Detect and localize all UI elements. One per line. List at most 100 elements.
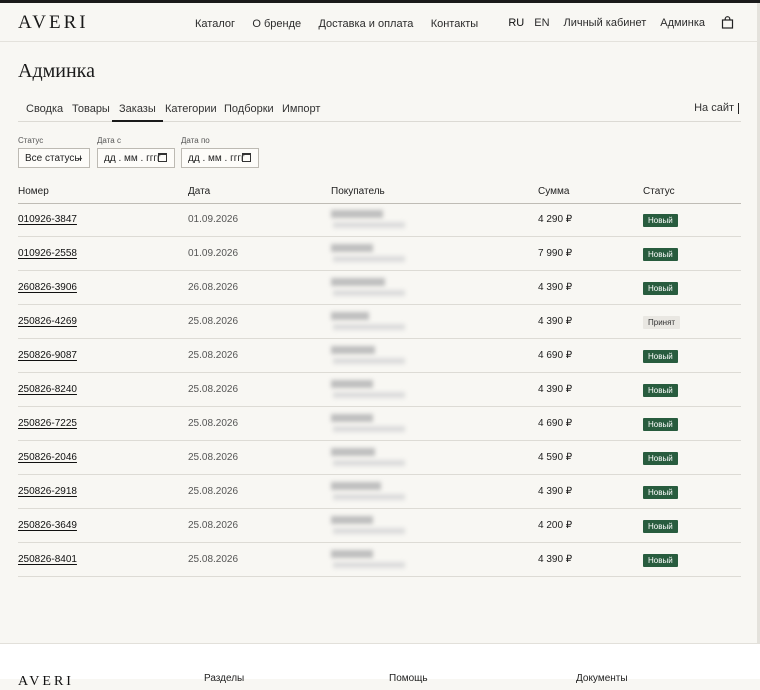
logo[interactable]: AVERI: [18, 12, 89, 34]
buyer-redacted: [331, 482, 411, 504]
table-row[interactable]: 250826-2918 25.08.2026 4 390 ₽ Новый: [18, 475, 741, 509]
buyer-name-blur: [331, 550, 373, 558]
buyer-contact-blur: [333, 528, 405, 534]
order-sum: 4 390 ₽: [538, 282, 573, 293]
status-badge: Новый: [643, 486, 678, 499]
order-number-link[interactable]: 250826-4269: [18, 316, 77, 327]
lang-en[interactable]: EN: [534, 17, 549, 29]
order-sum: 4 290 ₽: [538, 214, 573, 225]
status-badge: Принят: [643, 316, 681, 329]
buyer-name-blur: [331, 210, 383, 218]
order-number-link[interactable]: 260826-3906: [18, 282, 77, 293]
status-badge: Новый: [643, 554, 678, 567]
order-number-link[interactable]: 250826-3649: [18, 520, 77, 531]
buyer-redacted: [331, 448, 411, 470]
status-select[interactable]: Все статусы ⌄: [18, 148, 90, 168]
buyer-name-blur: [331, 312, 369, 320]
tab-collections[interactable]: Подборки: [224, 103, 274, 121]
shopping-bag-icon[interactable]: [721, 16, 734, 29]
date-to-placeholder: дд . мм . гггг: [188, 153, 245, 164]
order-number-link[interactable]: 250826-2918: [18, 486, 77, 497]
col-number: Номер: [18, 186, 49, 197]
order-number-link[interactable]: 250826-2046: [18, 452, 77, 463]
table-row[interactable]: 250826-3649 25.08.2026 4 200 ₽ Новый: [18, 509, 741, 543]
table-row[interactable]: 250826-8401 25.08.2026 4 390 ₽ Новый: [18, 543, 741, 577]
buyer-contact-blur: [333, 494, 405, 500]
buyer-name-blur: [331, 448, 375, 456]
col-sum: Сумма: [538, 186, 570, 197]
admin-tabs: Сводка Товары Заказы Категории Подборки …: [18, 98, 741, 122]
nav-contacts[interactable]: Контакты: [431, 18, 479, 30]
status-badge: Новый: [643, 520, 678, 533]
tab-products[interactable]: Товары: [72, 103, 110, 121]
buyer-contact-blur: [333, 324, 405, 330]
col-date: Дата: [188, 186, 211, 197]
order-date: 25.08.2026: [188, 452, 239, 463]
tab-summary[interactable]: Сводка: [26, 103, 63, 121]
table-row[interactable]: 250826-7225 25.08.2026 4 690 ₽ Новый: [18, 407, 741, 441]
order-number-link[interactable]: 010926-3847: [18, 214, 77, 225]
order-number-link[interactable]: 250826-7225: [18, 418, 77, 429]
status-badge: Новый: [643, 282, 678, 295]
account-link[interactable]: Личный кабинет: [564, 17, 647, 29]
order-sum: 4 390 ₽: [538, 316, 573, 327]
calendar-icon[interactable]: [242, 153, 251, 162]
to-site-link[interactable]: На сайт: [694, 103, 739, 114]
table-row[interactable]: 010926-3847 01.09.2026 4 290 ₽ Новый: [18, 203, 741, 237]
buyer-redacted: [331, 244, 411, 266]
table-row[interactable]: 260826-3906 26.08.2026 4 390 ₽ Новый: [18, 271, 741, 305]
footer-col-docs: Документы: [576, 673, 628, 684]
status-filter-label: Статус: [18, 136, 44, 145]
order-number-link[interactable]: 010926-2558: [18, 248, 77, 259]
table-row[interactable]: 250826-2046 25.08.2026 4 590 ₽ Новый: [18, 441, 741, 475]
site-footer: AVERI Разделы Помощь Документы: [0, 643, 760, 689]
nav-delivery[interactable]: Доставка и оплата: [318, 18, 413, 30]
buyer-name-blur: [331, 278, 385, 286]
status-select-value: Все статусы: [25, 153, 82, 164]
table-row[interactable]: 250826-9087 25.08.2026 4 690 ₽ Новый: [18, 339, 741, 373]
date-to-label: Дата по: [181, 136, 210, 145]
footer-col-help: Помощь: [389, 673, 428, 684]
nav-catalog[interactable]: Каталог: [195, 18, 235, 30]
order-number-link[interactable]: 250826-8240: [18, 384, 77, 395]
date-to-input[interactable]: дд . мм . гггг: [181, 148, 259, 168]
main-nav: Каталог О бренде Доставка и оплата Конта…: [195, 16, 492, 30]
buyer-redacted: [331, 346, 411, 368]
tab-orders[interactable]: Заказы: [112, 103, 163, 122]
tab-import[interactable]: Импорт: [282, 103, 320, 121]
nav-about[interactable]: О бренде: [252, 18, 301, 30]
order-sum: 4 690 ₽: [538, 350, 573, 361]
table-row[interactable]: 010926-2558 01.09.2026 7 990 ₽ Новый: [18, 237, 741, 271]
order-number-link[interactable]: 250826-9087: [18, 350, 77, 361]
calendar-icon[interactable]: [158, 153, 167, 162]
order-date: 01.09.2026: [188, 214, 239, 225]
buyer-contact-blur: [333, 426, 405, 432]
lang-ru[interactable]: RU: [508, 17, 524, 29]
order-sum: 4 390 ₽: [538, 384, 573, 395]
footer-col-sections: Разделы: [204, 673, 245, 684]
status-badge: Новый: [643, 248, 678, 261]
order-sum: 4 390 ₽: [538, 554, 573, 565]
order-sum: 7 990 ₽: [538, 248, 573, 259]
buyer-redacted: [331, 278, 411, 300]
footer-logo: AVERI: [18, 674, 74, 689]
date-from-input[interactable]: дд . мм . гггг: [97, 148, 175, 168]
site-header: AVERI Каталог О бренде Доставка и оплата…: [0, 3, 760, 42]
order-number-link[interactable]: 250826-8401: [18, 554, 77, 565]
order-date: 26.08.2026: [188, 282, 239, 293]
order-date: 25.08.2026: [188, 418, 239, 429]
buyer-contact-blur: [333, 358, 405, 364]
buyer-redacted: [331, 312, 411, 334]
buyer-redacted: [331, 380, 411, 402]
table-row[interactable]: 250826-4269 25.08.2026 4 390 ₽ Принят: [18, 305, 741, 339]
buyer-name-blur: [331, 516, 373, 524]
table-row[interactable]: 250826-8240 25.08.2026 4 390 ₽ Новый: [18, 373, 741, 407]
buyer-contact-blur: [333, 290, 405, 296]
buyer-redacted: [331, 210, 411, 232]
col-buyer: Покупатель: [331, 186, 385, 197]
tab-categories[interactable]: Категории: [165, 103, 217, 121]
buyer-contact-blur: [333, 222, 405, 228]
order-sum: 4 200 ₽: [538, 520, 573, 531]
buyer-name-blur: [331, 346, 375, 354]
admin-link[interactable]: Админка: [660, 17, 705, 29]
